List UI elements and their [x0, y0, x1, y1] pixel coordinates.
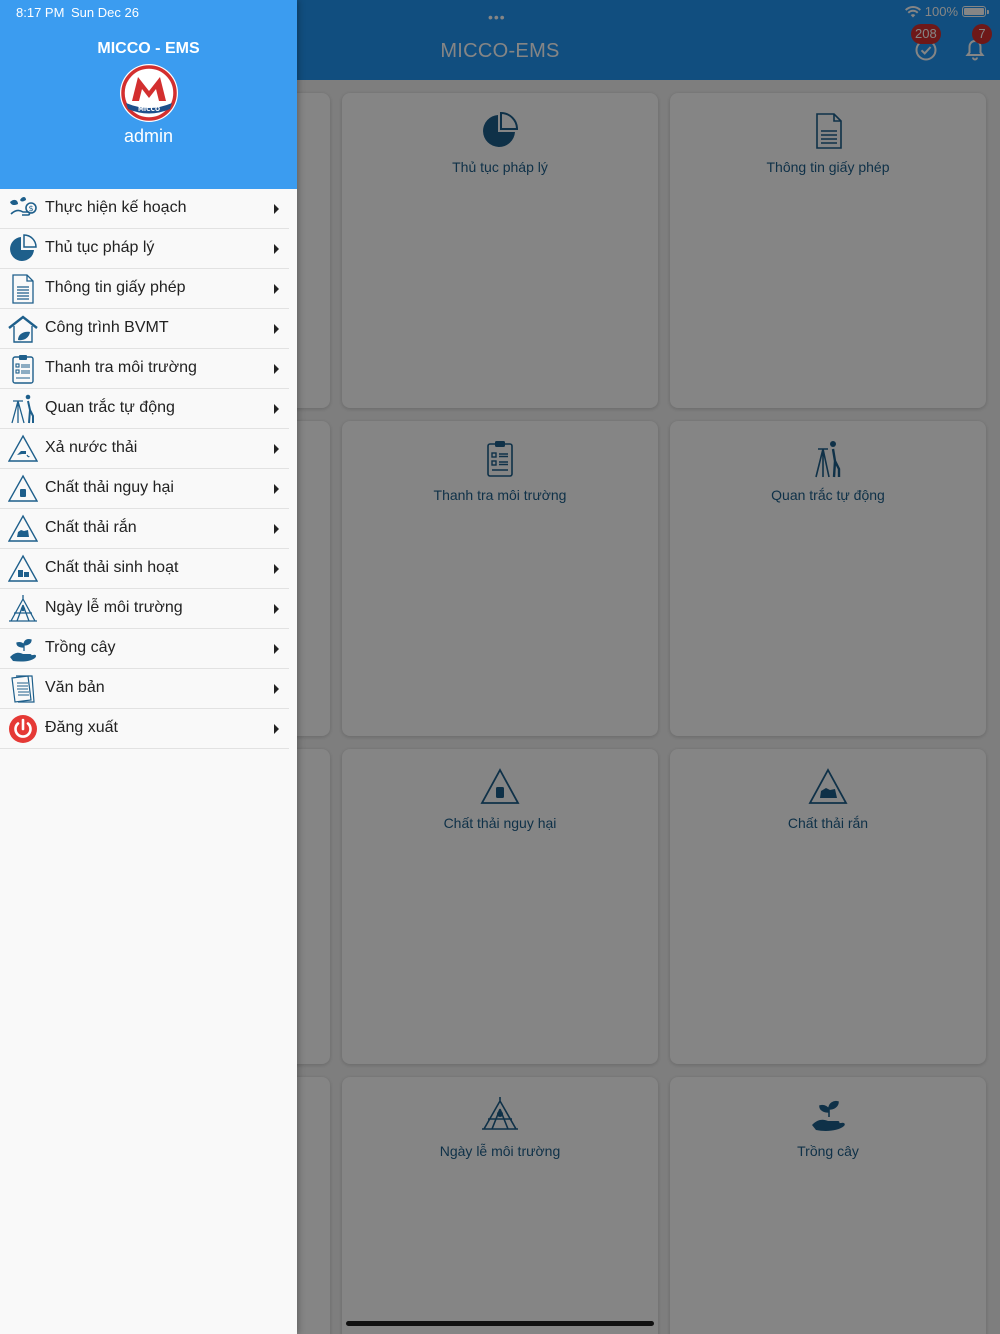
caret-right-icon	[274, 524, 279, 534]
caret-right-icon	[274, 284, 279, 294]
power-icon	[9, 715, 37, 743]
plant-hand-icon	[10, 639, 37, 662]
menu-item-xa-nuoc-thai[interactable]: Xả nước thải	[0, 429, 289, 469]
menu-item-thuc-hien-ke-hoach[interactable]: $ Thực hiện kế hoạch	[0, 189, 289, 229]
caret-right-icon	[274, 484, 279, 494]
menu-label: Thông tin giấy phép	[45, 279, 186, 296]
caret-right-icon	[274, 604, 279, 614]
menu-item-thu-tuc-phap-ly[interactable]: Thủ tục pháp lý	[0, 229, 289, 269]
menu-label: Văn bản	[45, 679, 105, 696]
menu-label: Thực hiện kế hoạch	[45, 199, 187, 216]
menu-label: Đăng xuất	[45, 719, 118, 736]
menu-label: Chất thải nguy hại	[45, 479, 174, 496]
drawer-app-name: MICCO - EMS	[97, 40, 200, 57]
domestic-waste-icon	[8, 554, 38, 582]
menu-label: Chất thải rắn	[45, 519, 137, 536]
menu-item-quan-trac-tu-dong[interactable]: Quan trắc tự động	[0, 389, 289, 429]
caret-right-icon	[274, 324, 279, 334]
menu-label: Ngày lễ môi trường	[45, 599, 183, 616]
menu-label: Thanh tra môi trường	[45, 359, 197, 376]
plan-icon: $	[10, 197, 37, 216]
caret-right-icon	[274, 644, 279, 654]
menu-label: Xả nước thải	[45, 439, 138, 456]
tent-icon	[9, 595, 37, 622]
menu-item-thong-tin-giay-phep[interactable]: Thông tin giấy phép	[0, 269, 289, 309]
home-indicator[interactable]	[346, 1321, 654, 1326]
menu-label: Chất thải sinh hoạt	[45, 559, 179, 576]
menu-item-chat-thai-nguy-hai[interactable]: Chất thải nguy hại	[0, 469, 289, 509]
caret-right-icon	[274, 564, 279, 574]
menu-item-thanh-tra-moi-truong[interactable]: Thanh tra môi trường	[0, 349, 289, 389]
hazard-waste-icon	[8, 474, 38, 502]
caret-right-icon	[274, 724, 279, 734]
menu-item-trong-cay[interactable]: Trồng cây	[0, 629, 289, 669]
menu-item-ngay-le-moi-truong[interactable]: Ngày lễ môi trường	[0, 589, 289, 629]
svg-text:MICCO: MICCO	[138, 106, 160, 113]
caret-right-icon	[274, 244, 279, 254]
svg-text:$: $	[28, 204, 33, 213]
drawer-header: 8:17 PM Sun Dec 26 MICCO - EMS MICCO adm…	[0, 0, 297, 189]
solid-waste-icon	[8, 514, 38, 542]
caret-right-icon	[274, 364, 279, 374]
menu-label: Trồng cây	[45, 639, 116, 656]
caret-right-icon	[274, 404, 279, 414]
drawer-menu: $ Thực hiện kế hoạch Thủ tục pháp lý Thô…	[0, 189, 297, 749]
menu-label: Thủ tục pháp lý	[45, 239, 155, 256]
menu-label: Quan trắc tự động	[45, 399, 175, 416]
menu-item-dang-xuat[interactable]: Đăng xuất	[0, 709, 289, 749]
menu-label: Công trình BVMT	[45, 319, 169, 336]
status-date: Sun Dec 26	[71, 5, 139, 20]
menu-item-cong-trinh-bvmt[interactable]: Công trình BVMT	[0, 309, 289, 349]
surveyor-icon	[11, 394, 34, 424]
caret-right-icon	[274, 684, 279, 694]
wastewater-icon	[8, 434, 38, 462]
menu-item-van-ban[interactable]: Văn bản	[0, 669, 289, 709]
status-time: 8:17 PM	[16, 5, 65, 20]
house-icon	[8, 315, 38, 343]
document-icon	[12, 274, 34, 304]
navigation-drawer: 8:17 PM Sun Dec 26 MICCO - EMS MICCO adm…	[0, 0, 297, 1334]
caret-right-icon	[274, 444, 279, 454]
papers-icon	[11, 675, 35, 703]
caret-right-icon	[274, 204, 279, 214]
micco-logo: MICCO	[120, 64, 178, 122]
pie-chart-icon	[10, 234, 37, 261]
menu-item-chat-thai-ran[interactable]: Chất thải rắn	[0, 509, 289, 549]
menu-item-chat-thai-sinh-hoat[interactable]: Chất thải sinh hoạt	[0, 549, 289, 589]
clipboard-icon	[12, 355, 34, 384]
drawer-username: admin	[123, 126, 174, 146]
